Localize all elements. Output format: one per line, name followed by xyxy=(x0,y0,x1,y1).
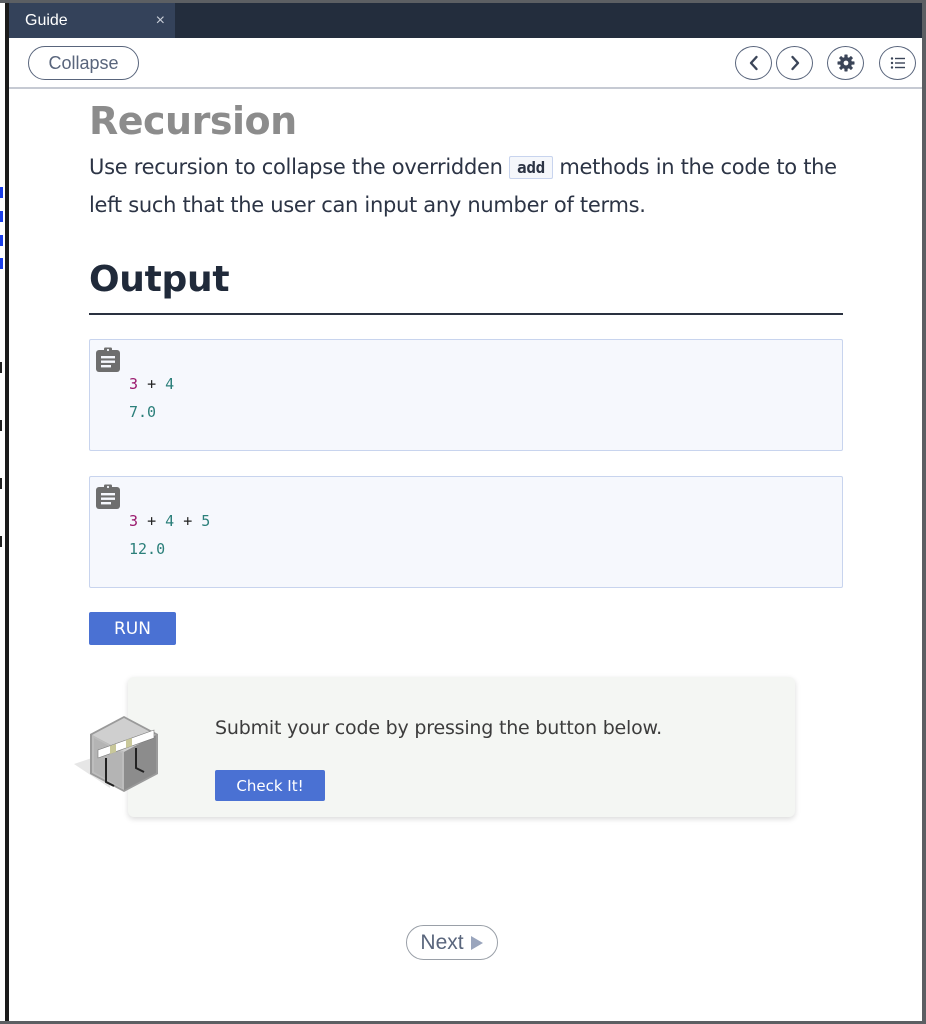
term: 4 xyxy=(165,512,175,530)
gutter-marker xyxy=(0,362,2,373)
check-message: Submit your code by pressing the button … xyxy=(215,717,662,739)
collapse-button[interactable]: Collapse xyxy=(28,46,139,80)
settings-button[interactable] xyxy=(827,46,864,80)
previous-button[interactable] xyxy=(735,46,772,80)
gutter-marker xyxy=(0,258,3,269)
gutter-marker xyxy=(0,187,3,198)
operator: + xyxy=(183,512,193,530)
output-lines: 3 + 4 7.0 xyxy=(129,370,174,426)
page-title: Recursion xyxy=(89,99,297,143)
next-button[interactable]: Next xyxy=(406,925,498,960)
input-line: 3 + 4 + 5 xyxy=(129,507,210,535)
first-term: 3 xyxy=(129,512,139,530)
term: 4 xyxy=(165,375,175,393)
menu-button[interactable] xyxy=(879,46,916,80)
output-heading: Output xyxy=(89,259,230,300)
play-arrow-icon xyxy=(470,935,483,950)
output-lines: 3 + 4 + 5 12.0 xyxy=(129,507,210,563)
chevron-right-icon xyxy=(790,55,799,71)
inline-code: add xyxy=(509,156,553,179)
instructions: Use recursion to collapse the overridden… xyxy=(89,149,849,223)
gutter-marker xyxy=(0,420,2,431)
challenge-cube-icon xyxy=(74,716,158,792)
next-label: Next xyxy=(420,930,464,954)
clipboard-icon[interactable] xyxy=(95,347,121,373)
first-term: 3 xyxy=(129,375,139,393)
gutter-marker xyxy=(0,536,2,547)
output-block: 3 + 4 + 5 12.0 xyxy=(89,476,843,588)
check-it-button[interactable]: Check It! xyxy=(215,770,325,801)
tab-label: Guide xyxy=(25,11,68,29)
list-icon xyxy=(890,57,905,69)
check-it-card: Submit your code by pressing the button … xyxy=(128,677,795,817)
window-border-right xyxy=(922,0,926,1024)
gutter-marker xyxy=(0,235,3,246)
result-line: 12.0 xyxy=(129,540,166,558)
instructions-text: Use recursion to collapse the overridden xyxy=(89,155,509,179)
guide-toolbar: Collapse xyxy=(9,38,922,89)
result-line: 7.0 xyxy=(129,403,157,421)
clipboard-icon[interactable] xyxy=(95,484,121,510)
gutter-marker xyxy=(0,211,3,222)
term: 5 xyxy=(201,512,211,530)
heading-divider xyxy=(89,313,843,315)
gear-icon xyxy=(837,54,854,72)
operator: + xyxy=(147,512,157,530)
tab-guide[interactable]: Guide × xyxy=(9,3,175,38)
gutter-marker xyxy=(0,478,2,489)
next-step-button[interactable] xyxy=(776,46,813,80)
operator: + xyxy=(147,375,157,393)
chevron-left-icon xyxy=(749,55,758,71)
panel-divider[interactable] xyxy=(5,0,9,1024)
output-block: 3 + 4 7.0 xyxy=(89,339,843,451)
close-icon[interactable]: × xyxy=(156,12,165,30)
tab-bar: Guide × xyxy=(9,3,922,38)
run-button[interactable]: RUN xyxy=(89,612,176,645)
input-line: 3 + 4 xyxy=(129,370,174,398)
